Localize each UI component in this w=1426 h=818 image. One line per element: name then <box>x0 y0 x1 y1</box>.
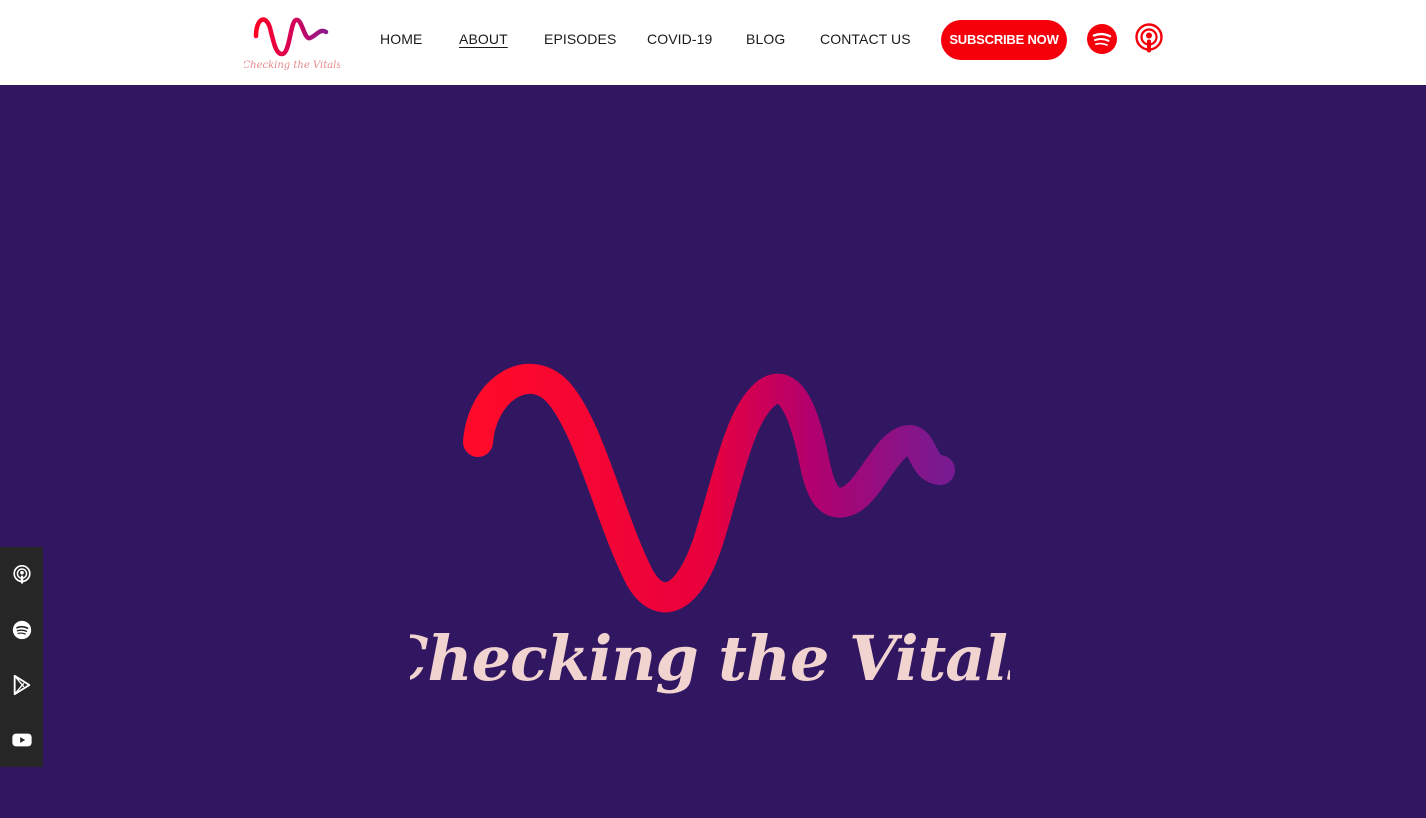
hero-logo: Checking the Vitals <box>410 363 1010 695</box>
nav-covid-19[interactable]: COVID-19 <box>647 31 712 47</box>
youtube-icon <box>11 733 32 746</box>
nav-home[interactable]: HOME <box>380 31 422 47</box>
spotify-icon[interactable] <box>1086 23 1118 55</box>
hero-section: Checking the Vitals <box>0 85 1426 818</box>
svg-text:Checking the Vitals: Checking the Vitals <box>244 60 340 71</box>
sidebar-apple-podcasts[interactable] <box>0 547 43 602</box>
nav-blog[interactable]: BLOG <box>746 31 785 47</box>
sidebar-spotify[interactable] <box>0 602 43 657</box>
spotify-icon <box>12 620 31 639</box>
site-logo[interactable]: Checking the Vitals <box>244 10 340 74</box>
nav-contact-us[interactable]: CONTACT US <box>820 31 911 47</box>
site-header: Checking the Vitals HOME ABOUT EPISODES … <box>0 0 1426 85</box>
nav-about[interactable]: ABOUT <box>459 31 508 47</box>
hero-logo-text: Checking the Vitals <box>410 622 1010 695</box>
google-play-icon <box>13 674 30 695</box>
nav-episodes[interactable]: EPISODES <box>544 31 616 47</box>
podcast-sidebar <box>0 547 43 767</box>
sidebar-youtube[interactable] <box>0 712 43 767</box>
subscribe-now-button[interactable]: SUBSCRIBE NOW <box>941 20 1067 60</box>
apple-podcasts-icon[interactable] <box>1133 23 1165 55</box>
apple-podcasts-icon <box>12 564 31 584</box>
sidebar-google-play[interactable] <box>0 657 43 712</box>
